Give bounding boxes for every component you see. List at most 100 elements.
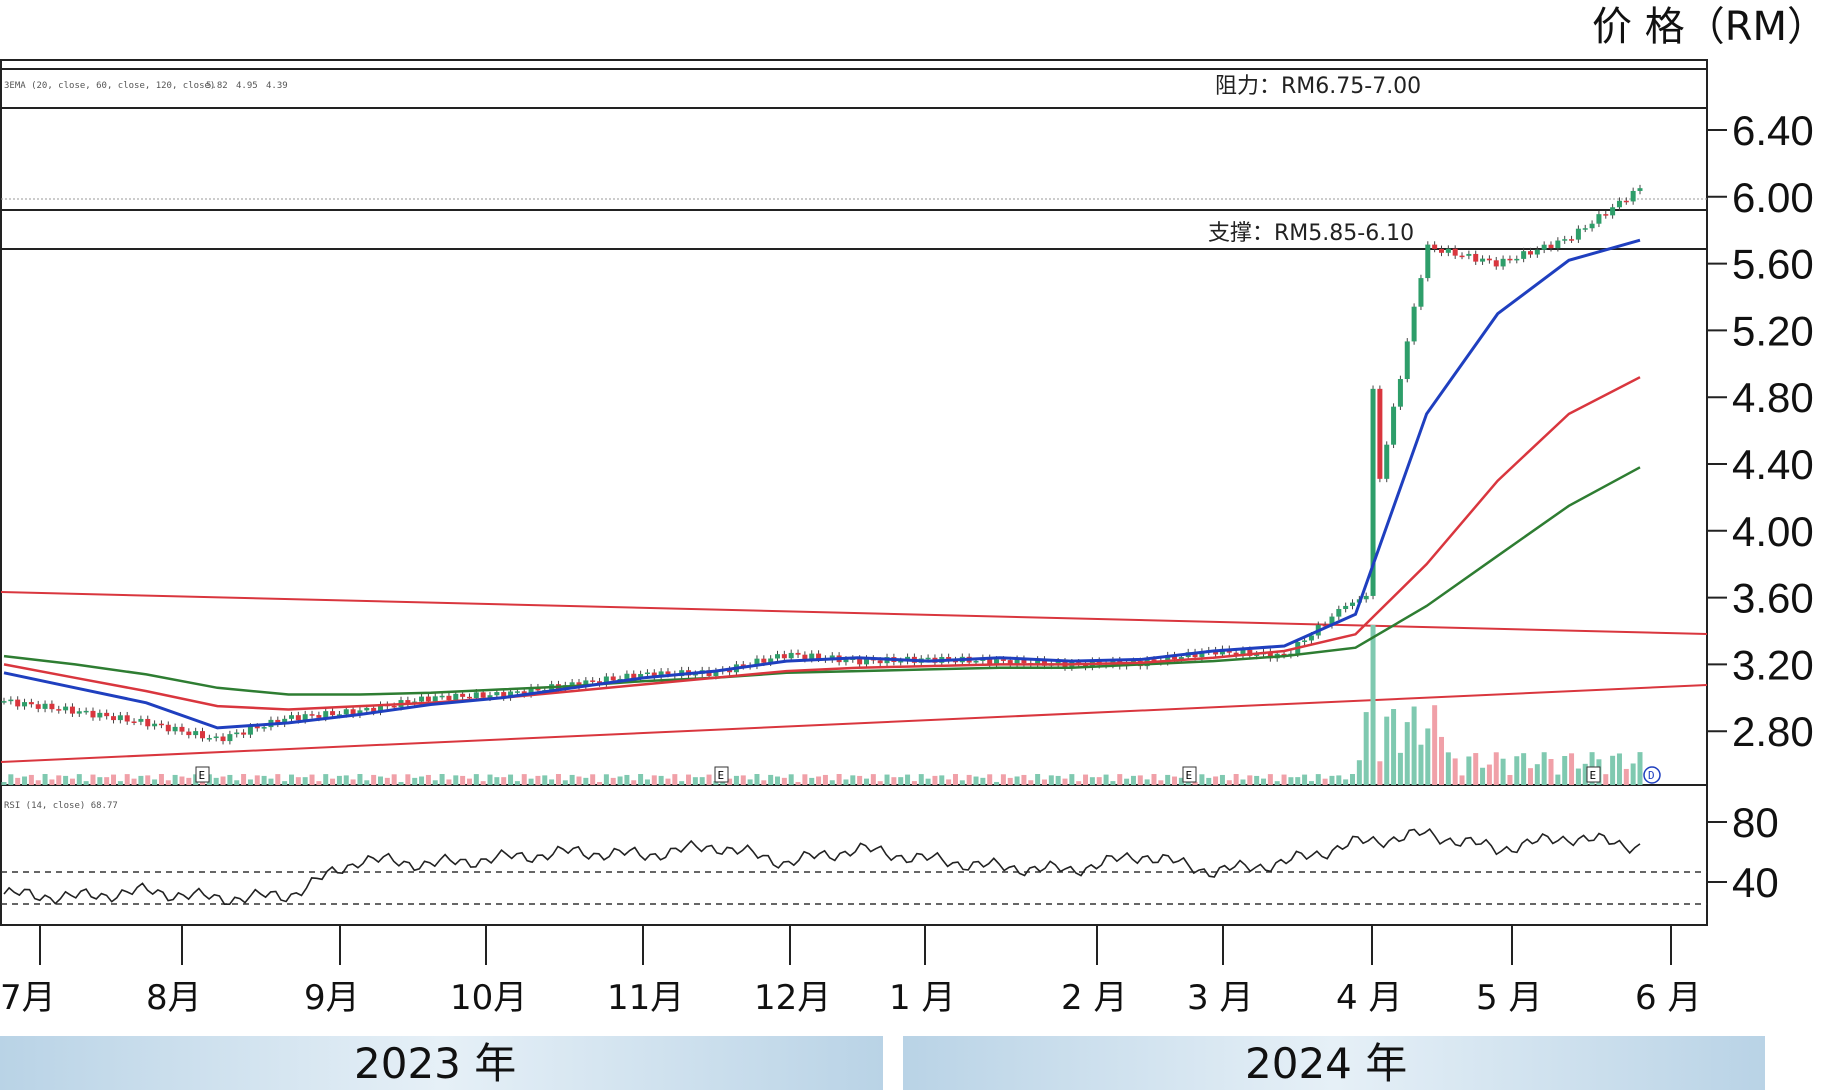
candle-body xyxy=(1343,605,1349,610)
candle-body xyxy=(1486,258,1492,261)
candle-body xyxy=(364,707,370,711)
volume-bar xyxy=(357,774,363,785)
volume-bar xyxy=(952,774,958,785)
volume-bar xyxy=(22,776,28,785)
candle-body xyxy=(569,682,575,686)
candle-body xyxy=(1493,260,1499,267)
candle-body xyxy=(1637,188,1643,191)
x-tick-label: 4 月 xyxy=(1336,978,1402,1018)
rsi-tick-label: 80 xyxy=(1732,799,1779,846)
volume-bar xyxy=(822,774,828,785)
y-tick-label: 6.00 xyxy=(1732,174,1814,221)
volume-bar xyxy=(254,775,260,785)
candle-body xyxy=(1336,609,1342,617)
volume-bar xyxy=(384,777,390,785)
volume-bar xyxy=(966,774,972,785)
support-zone: 支撑：RM5.85-6.10 xyxy=(1,198,1707,250)
volume-bar xyxy=(788,774,794,785)
candle-body xyxy=(775,654,781,659)
volume-bar xyxy=(213,777,219,785)
volume-bar xyxy=(857,775,863,785)
volume-bar xyxy=(863,778,869,785)
volume-bar xyxy=(1623,768,1629,785)
volume-bar xyxy=(1322,778,1328,785)
volume-bar xyxy=(1397,752,1403,785)
y-axis-label: 价 格（RM） xyxy=(1592,4,1827,50)
volume-bar xyxy=(583,777,589,785)
volume-bar xyxy=(1377,761,1383,785)
candle-body xyxy=(152,723,158,727)
volume-bar xyxy=(412,777,418,785)
volume-bar xyxy=(1213,776,1219,785)
volume-bar xyxy=(302,777,308,785)
candle-body xyxy=(1432,244,1438,249)
volume-bar xyxy=(1521,753,1527,785)
volume-bar xyxy=(1541,752,1547,785)
candle-body xyxy=(1438,248,1444,253)
volume-bar xyxy=(343,775,349,785)
y-tick-label: 4.00 xyxy=(1732,508,1814,555)
volume-bar xyxy=(987,774,993,785)
volume-bar xyxy=(836,774,842,785)
volume-bar xyxy=(535,775,541,785)
candle-body xyxy=(1,701,7,703)
candle-body xyxy=(1377,388,1383,479)
x-tick-label: 3 月 xyxy=(1187,978,1253,1018)
ema-legend: 3EMA (20, close, 60, close, 120, close) xyxy=(4,81,215,91)
candle-body xyxy=(809,653,815,660)
resistance-label: 阻力：RM6.75-7.00 xyxy=(1215,74,1421,99)
volume-bar xyxy=(1473,753,1479,785)
candle-body xyxy=(124,715,130,722)
candle-body xyxy=(843,659,849,663)
volume-bar xyxy=(549,779,555,785)
candle-body xyxy=(1302,640,1308,642)
volume-bar xyxy=(1315,774,1321,785)
rsi-legend: RSI (14, close) 68.77 xyxy=(4,801,118,811)
volume-bar xyxy=(391,774,397,785)
volume-bars xyxy=(1,625,1643,785)
svg-text:E: E xyxy=(1590,769,1597,782)
volume-bar xyxy=(1021,774,1027,785)
candle-body xyxy=(665,671,671,675)
candle-body xyxy=(925,657,931,660)
volume-bar xyxy=(891,777,897,785)
candle-body xyxy=(973,660,979,663)
candle-body xyxy=(1514,258,1520,261)
volume-bar xyxy=(1384,716,1390,785)
candle-body xyxy=(1397,379,1403,407)
volume-bar xyxy=(768,774,774,785)
candle-body xyxy=(802,654,808,660)
volume-bar xyxy=(439,774,445,785)
candle-body xyxy=(432,696,438,702)
volume-bar xyxy=(1616,753,1622,785)
volume-bar xyxy=(1226,780,1232,785)
candle-body xyxy=(309,714,315,716)
volume-bar xyxy=(104,777,110,785)
candle-body xyxy=(254,726,260,729)
candle-body xyxy=(28,702,34,705)
volume-bar xyxy=(131,778,137,785)
x-tick-label: 7月 xyxy=(0,978,56,1018)
candle-body xyxy=(1425,244,1431,279)
volume-bar xyxy=(1137,775,1143,785)
volume-bar xyxy=(1103,774,1109,785)
stock-chart: 3EMA (20, close, 60, close, 120, close) … xyxy=(0,4,1827,1090)
candle-body xyxy=(816,653,822,659)
candle-body xyxy=(1445,248,1451,253)
volume-bar xyxy=(994,781,1000,785)
candle-body xyxy=(158,723,164,726)
ema-legend-v3: 4.39 xyxy=(266,81,288,91)
candle-body xyxy=(1623,200,1629,203)
volume-bar xyxy=(1507,775,1513,785)
candle-body xyxy=(1363,595,1369,600)
volume-bar xyxy=(371,774,377,785)
volume-bar xyxy=(925,778,931,785)
volume-bar xyxy=(795,781,801,785)
candle-body xyxy=(220,736,226,742)
candle-body xyxy=(788,652,794,659)
candle-body xyxy=(206,738,212,740)
volume-bar xyxy=(1356,760,1362,785)
volume-bar xyxy=(1130,775,1136,785)
volume-bar xyxy=(1,782,7,785)
candle-body xyxy=(644,672,650,675)
